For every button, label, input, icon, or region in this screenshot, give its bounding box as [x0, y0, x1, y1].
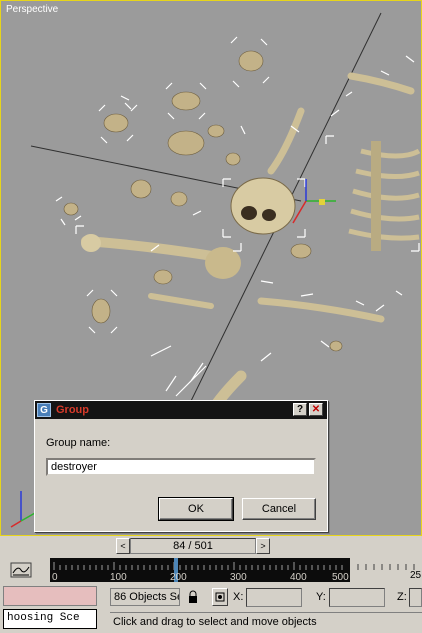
selection-count: 86 Objects Se [110, 588, 180, 606]
maxscript-listener-field[interactable] [3, 586, 97, 606]
mini-curve-editor-icon[interactable] [10, 562, 32, 578]
group-dialog: G Group ? ✕ Group name: OK Cancel [34, 400, 328, 532]
tick-label: 100 [110, 572, 127, 583]
dialog-titlebar[interactable]: G Group ? ✕ [35, 401, 327, 419]
close-button[interactable]: ✕ [309, 403, 323, 416]
absolute-mode-toggle[interactable] [212, 588, 228, 606]
y-coord-label: Y: [316, 591, 326, 603]
tick-label: 400 [290, 572, 307, 583]
selection-lock-icon[interactable] [186, 590, 200, 604]
z-coord-field[interactable] [409, 588, 422, 607]
tick-label: 200 [170, 572, 187, 583]
y-coord-field[interactable] [329, 588, 385, 607]
prompt-line: Click and drag to select and move object… [110, 612, 422, 631]
group-name-label: Group name: [46, 437, 111, 449]
time-slider[interactable]: < 84 / 501 > [116, 538, 270, 554]
help-button[interactable]: ? [293, 403, 307, 416]
frame-counter[interactable]: 84 / 501 [130, 538, 256, 554]
dialog-title: Group [56, 404, 89, 416]
x-coord-label: X: [233, 591, 244, 603]
tick-label-end: 25 [410, 570, 422, 581]
transform-mode-icon [215, 592, 225, 602]
viewport-label[interactable]: Perspective [6, 4, 58, 15]
prev-frame-button[interactable]: < [116, 538, 130, 554]
cancel-button[interactable]: Cancel [242, 498, 316, 520]
max-app-icon: G [37, 403, 51, 417]
maxscript-mini-listener[interactable]: hoosing Sce [3, 609, 97, 629]
tick-label: 500 [332, 572, 349, 583]
z-coord-label: Z: [397, 591, 407, 603]
tick-label: 0 [52, 572, 58, 583]
tick-label: 300 [230, 572, 247, 583]
group-name-input[interactable] [46, 458, 316, 476]
ok-button[interactable]: OK [158, 497, 234, 521]
x-coord-field[interactable] [246, 588, 302, 607]
next-frame-button[interactable]: > [256, 538, 270, 554]
